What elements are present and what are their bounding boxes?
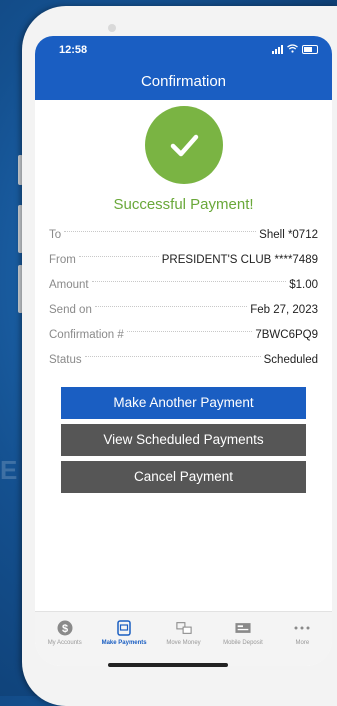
view-scheduled-payments-button[interactable]: View Scheduled Payments bbox=[61, 424, 306, 456]
more-dots-icon bbox=[294, 620, 310, 636]
detail-row-confirmation: Confirmation # 7BWC6PQ9 bbox=[49, 323, 318, 348]
detail-value: Feb 27, 2023 bbox=[250, 304, 318, 316]
svg-text:$: $ bbox=[62, 623, 68, 635]
success-message: Successful Payment! bbox=[113, 196, 254, 213]
camera-icon bbox=[108, 24, 116, 32]
detail-value: Scheduled bbox=[263, 354, 318, 366]
home-indicator[interactable] bbox=[108, 663, 228, 667]
detail-label: From bbox=[49, 254, 76, 266]
detail-label: Confirmation # bbox=[49, 329, 124, 341]
tab-label: Mobile Deposit bbox=[223, 640, 263, 646]
detail-value: PRESIDENT'S CLUB ****7489 bbox=[161, 254, 318, 266]
tab-more[interactable]: More bbox=[273, 612, 332, 666]
tab-label: More bbox=[295, 640, 310, 646]
detail-row-send-on: Send on Feb 27, 2023 bbox=[49, 298, 318, 323]
tab-mobile-deposit[interactable]: Mobile Deposit bbox=[213, 612, 272, 666]
background-text: E bbox=[0, 455, 18, 485]
status-bar: 12:58 bbox=[35, 36, 332, 64]
make-another-payment-button[interactable]: Make Another Payment bbox=[61, 387, 306, 419]
app-screen: 12:58 Confirmation Successful Payment! T… bbox=[35, 36, 332, 666]
tab-label: My Accounts bbox=[47, 640, 82, 646]
bottom-tab-bar: $ My Accounts Make Payments Move Money M… bbox=[35, 611, 332, 666]
detail-row-from: From PRESIDENT'S CLUB ****7489 bbox=[49, 248, 318, 273]
signal-icon bbox=[272, 45, 283, 54]
tab-label: Move Money bbox=[166, 640, 201, 646]
payment-details: To Shell *0712 From PRESIDENT'S CLUB ****7… bbox=[35, 223, 332, 373]
success-check-icon bbox=[144, 106, 223, 184]
detail-row-status: Status Scheduled bbox=[49, 348, 318, 373]
detail-value: $1.00 bbox=[289, 279, 318, 291]
tab-make-payments[interactable]: Make Payments bbox=[94, 612, 153, 666]
detail-label: Amount bbox=[49, 279, 89, 291]
transfer-icon bbox=[175, 620, 192, 636]
detail-value: 7BWC6PQ9 bbox=[255, 329, 318, 341]
tab-move-money[interactable]: Move Money bbox=[154, 612, 213, 666]
detail-value: Shell *0712 bbox=[259, 229, 318, 241]
check-deposit-icon bbox=[235, 620, 251, 636]
battery-icon bbox=[302, 45, 318, 54]
dollar-circle-icon: $ bbox=[57, 620, 73, 636]
wifi-icon bbox=[287, 44, 298, 55]
tab-my-accounts[interactable]: $ My Accounts bbox=[35, 612, 94, 666]
status-time: 12:58 bbox=[59, 44, 88, 56]
cancel-payment-button[interactable]: Cancel Payment bbox=[61, 461, 306, 493]
detail-label: Send on bbox=[49, 304, 92, 316]
detail-label: To bbox=[49, 229, 62, 241]
payments-icon bbox=[116, 620, 132, 636]
detail-row-amount: Amount $1.00 bbox=[49, 273, 318, 298]
status-icons bbox=[272, 44, 318, 55]
detail-row-to: To Shell *0712 bbox=[49, 223, 318, 248]
tab-label: Make Payments bbox=[101, 640, 147, 646]
detail-label: Status bbox=[49, 354, 82, 366]
page-title: Confirmation bbox=[35, 64, 332, 100]
